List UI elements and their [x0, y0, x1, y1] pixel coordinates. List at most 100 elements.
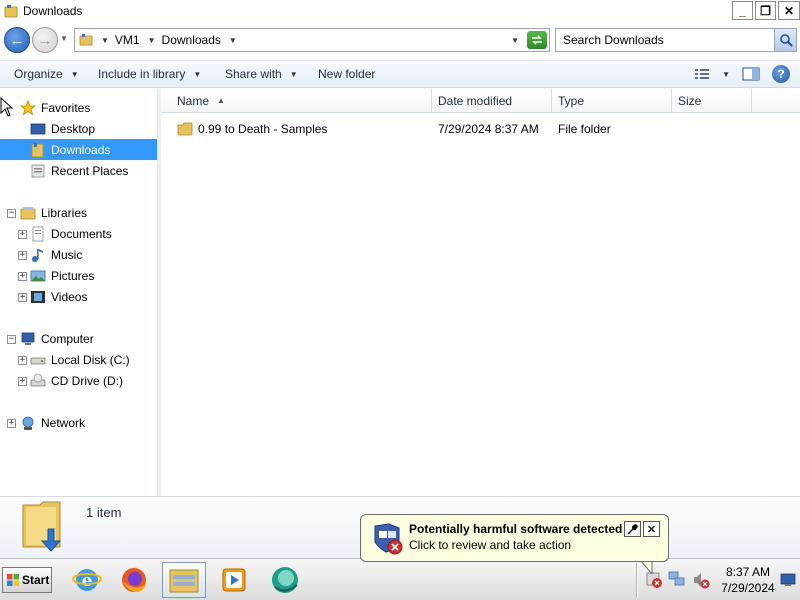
new-folder-button[interactable]: New folder [318, 61, 375, 87]
expand-cd-drive-icon[interactable]: + [18, 377, 27, 386]
nav-desktop-label: Desktop [51, 121, 96, 136]
nav-favorites[interactable]: Favorites [20, 97, 90, 118]
search-button[interactable] [774, 29, 796, 51]
notification-options-button[interactable] [624, 521, 641, 537]
nav-libraries[interactable]: Libraries [20, 202, 87, 223]
column-header-name[interactable]: Name ▲ [161, 89, 432, 113]
computer-icon [21, 332, 35, 345]
nav-computer[interactable]: Computer [20, 328, 94, 349]
view-options-dropdown-icon[interactable]: ▼ [722, 70, 730, 79]
address-row: ← → ▼ ▼ VM1 ▼ Downloads ▼ ▼ Search Downl… [0, 22, 800, 60]
expand-music-icon[interactable]: + [18, 251, 27, 260]
network-icon [22, 416, 34, 430]
back-button[interactable]: ← [4, 27, 30, 53]
nav-music-label: Music [51, 247, 83, 262]
taskbar-media-player[interactable] [212, 562, 256, 598]
nav-network-label: Network [41, 415, 86, 430]
change-view-icon[interactable] [694, 67, 710, 81]
nav-downloads[interactable]: Downloads [0, 139, 157, 160]
close-button[interactable]: ✕ [778, 1, 800, 20]
column-header-filler [752, 89, 800, 113]
clock-date: 7/29/2024 [721, 581, 775, 595]
nav-computer-label: Computer [41, 331, 94, 346]
title-bar: Downloads _ ❐ ✕ [0, 0, 800, 22]
security-notification-balloon[interactable]: Potentially harmful software detected Cl… [360, 514, 669, 562]
command-bar: Organize ▼ Include in library ▼ Share wi… [0, 60, 800, 88]
notification-close-button[interactable]: ✕ [643, 521, 660, 537]
column-header-size[interactable]: Size [672, 89, 752, 113]
maximize-button[interactable]: ❐ [755, 1, 776, 20]
address-bar[interactable]: ▼ VM1 ▼ Downloads ▼ ▼ [74, 28, 550, 52]
taskbar-windows-explorer[interactable] [162, 562, 206, 598]
nav-cd-drive[interactable]: CD Drive (D:) [30, 370, 123, 391]
cd-drive-icon [30, 373, 46, 386]
taskbar-firefox[interactable] [112, 562, 156, 598]
nav-videos-label: Videos [51, 289, 88, 304]
include-in-library-label: Include in library [98, 67, 186, 81]
nav-local-disk-label: Local Disk (C:) [51, 352, 130, 367]
clock-time: 8:37 AM [725, 565, 771, 579]
address-history-dropdown-icon[interactable]: ▼ [511, 36, 519, 45]
sort-ascending-icon: ▲ [217, 96, 225, 105]
show-desktop-icon[interactable] [780, 573, 796, 587]
chevron-down-icon: ▼ [289, 69, 298, 79]
expand-local-disk-icon[interactable]: + [18, 356, 27, 365]
search-input[interactable]: Search Downloads [555, 28, 797, 52]
network-tray-icon[interactable] [668, 571, 686, 589]
chevron-down-icon[interactable]: ▼ [101, 36, 109, 45]
media-player-icon [222, 568, 246, 592]
column-size-label: Size [678, 93, 702, 108]
taskbar-internet-explorer[interactable]: e [65, 562, 109, 598]
expand-documents-icon[interactable]: + [18, 230, 27, 239]
folder-icon [4, 5, 18, 18]
file-name-cell[interactable]: 0.99 to Death - Samples [177, 119, 327, 139]
include-in-library-menu[interactable]: Include in library ▼ [98, 61, 201, 87]
expand-network-icon[interactable]: + [7, 419, 16, 428]
help-button[interactable]: ? [772, 65, 790, 83]
chevron-down-icon[interactable]: ▼ [229, 36, 237, 45]
volume-muted-tray-icon[interactable] [692, 571, 710, 589]
breadcrumb-vm1[interactable]: VM1 [115, 33, 140, 47]
preview-pane-icon[interactable] [742, 66, 760, 82]
nav-recent-places[interactable]: Recent Places [30, 160, 128, 181]
refresh-button[interactable] [527, 31, 547, 49]
expand-libraries-icon[interactable]: − [7, 209, 16, 218]
nav-network[interactable]: Network [20, 412, 85, 433]
organize-label: Organize [14, 67, 63, 81]
expand-computer-icon[interactable]: − [7, 335, 16, 344]
expand-pictures-icon[interactable]: + [18, 272, 27, 281]
minimize-button[interactable]: _ [732, 1, 753, 20]
folder-icon [177, 122, 193, 136]
system-clock[interactable]: 8:37 AM 7/29/2024 [716, 564, 780, 596]
item-count: 1 item [86, 505, 122, 520]
nav-documents[interactable]: Documents [30, 223, 112, 244]
table-row[interactable]: 0.99 to Death - Samples 7/29/2024 8:37 A… [161, 119, 800, 139]
breadcrumb-downloads[interactable]: Downloads [162, 33, 221, 47]
nav-local-disk[interactable]: Local Disk (C:) [30, 349, 130, 370]
nav-pictures[interactable]: Pictures [30, 265, 94, 286]
nav-downloads-label: Downloads [51, 142, 111, 157]
nav-desktop[interactable]: Desktop [30, 118, 95, 139]
nav-music[interactable]: Music [30, 244, 82, 265]
internet-explorer-icon: e [72, 569, 102, 591]
libraries-icon [20, 206, 36, 219]
forward-button[interactable]: → [32, 27, 58, 53]
nav-documents-label: Documents [51, 226, 112, 241]
share-with-menu[interactable]: Share with ▼ [225, 61, 298, 87]
navigation-pane: Favorites Desktop Downloads Recent Place… [0, 89, 158, 496]
column-header-date-modified[interactable]: Date modified [432, 89, 552, 113]
chevron-down-icon[interactable]: ▼ [148, 36, 156, 45]
column-header-type[interactable]: Type [552, 89, 672, 113]
search-placeholder: Search Downloads [563, 33, 664, 47]
start-button[interactable]: Start [2, 567, 52, 593]
organize-menu[interactable]: Organize ▼ [14, 61, 79, 87]
new-folder-label: New folder [318, 67, 376, 81]
nav-videos[interactable]: Videos [30, 286, 87, 307]
refresh-icon [532, 35, 542, 45]
windows-explorer-icon [169, 569, 199, 593]
start-label: Start [22, 573, 50, 587]
taskbar-app-globe[interactable] [263, 562, 307, 598]
close-icon: ✕ [646, 523, 657, 536]
expand-videos-icon[interactable]: + [18, 293, 27, 302]
recent-pages-dropdown-icon[interactable]: ▼ [60, 34, 68, 43]
